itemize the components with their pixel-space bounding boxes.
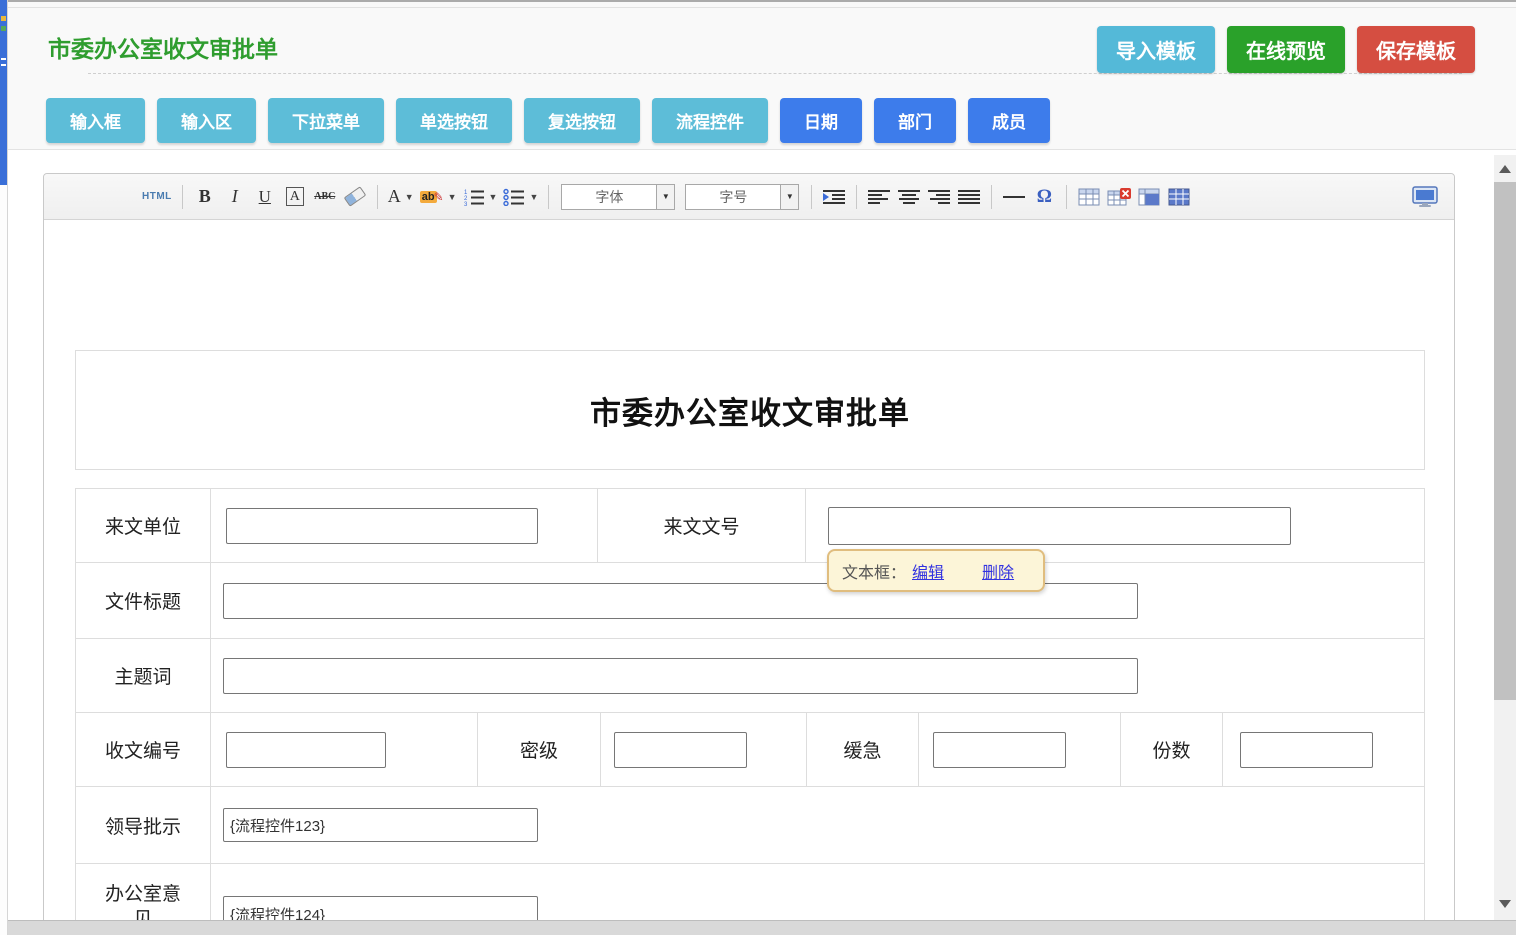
- widget-button-row: 输入框 输入区 下拉菜单 单选按钮 复选按钮 流程控件 日期 部门 成员: [46, 98, 1050, 143]
- widget-date-button[interactable]: 日期: [780, 98, 862, 143]
- toolbar-separator: [1066, 185, 1067, 209]
- highlight-color-icon[interactable]: ab✎▼: [420, 183, 457, 211]
- widget-input-field-button[interactable]: 输入框: [46, 98, 145, 143]
- vertical-scrollbar[interactable]: [1494, 155, 1516, 920]
- italic-icon[interactable]: I: [223, 183, 247, 211]
- page-header: 市委办公室收文审批单 导入模板 在线预览 保存模板 输入框 输入区 下拉菜单 单…: [0, 2, 1516, 150]
- fullscreen-icon[interactable]: [1412, 183, 1438, 211]
- vertical-scrollbar-thumb[interactable]: [1494, 182, 1516, 700]
- incoming-doc-number-input[interactable]: [828, 507, 1291, 545]
- form-title: 市委办公室收文审批单: [590, 388, 910, 433]
- align-justify-icon[interactable]: [957, 183, 981, 211]
- delete-table-icon[interactable]: [1107, 183, 1131, 211]
- table-row: 领导批示: [76, 787, 1424, 864]
- save-template-button[interactable]: 保存模板: [1357, 26, 1475, 73]
- align-center-icon[interactable]: [897, 183, 921, 211]
- leader-comment-input[interactable]: [223, 808, 538, 842]
- horizontal-rule-icon[interactable]: [1002, 183, 1026, 211]
- table-row: 办公室意见: [76, 864, 1424, 920]
- page-title: 市委办公室收文审批单: [48, 30, 278, 64]
- delete-link[interactable]: 删除: [982, 559, 1014, 583]
- remove-format-icon[interactable]: [343, 183, 367, 211]
- widget-textarea-button[interactable]: 输入区: [157, 98, 256, 143]
- receipt-number-label: 收文编号: [76, 713, 211, 786]
- subject-words-label: 主题词: [76, 639, 211, 712]
- bold-icon[interactable]: B: [193, 183, 217, 211]
- widget-flow-control-button[interactable]: 流程控件: [652, 98, 768, 143]
- ordered-list-icon[interactable]: 1 2 3 ▼: [463, 183, 498, 211]
- align-right-icon[interactable]: [927, 183, 951, 211]
- font-size-select[interactable]: 字号▼: [685, 184, 799, 210]
- table-row: 主题词: [76, 639, 1424, 713]
- scroll-down-arrow-icon[interactable]: [1499, 900, 1511, 908]
- toolbar-separator: [991, 185, 992, 209]
- control-tooltip: 文本框： 编辑 删除: [827, 549, 1045, 592]
- svg-text:3: 3: [464, 202, 468, 206]
- html-source-icon[interactable]: HTML: [142, 183, 172, 211]
- align-left-icon[interactable]: [867, 183, 891, 211]
- chevron-down-icon: ▼: [781, 184, 799, 210]
- subject-words-input[interactable]: [223, 658, 1138, 694]
- header-divider: [88, 73, 1462, 74]
- toolbar-separator: [548, 185, 549, 209]
- leader-comment-label: 领导批示: [76, 787, 211, 863]
- editor-content[interactable]: 市委办公室收文审批单 来文单位 来文文号 文件标题: [44, 220, 1454, 920]
- window-top-border: [0, 0, 1516, 2]
- office-opinion-label: 办公室意见: [76, 864, 211, 920]
- app-window: 市委办公室收文审批单 导入模板 在线预览 保存模板 输入框 输入区 下拉菜单 单…: [0, 0, 1516, 935]
- table-properties-icon[interactable]: [1137, 183, 1161, 211]
- strikethrough-icon[interactable]: ABC: [313, 183, 337, 211]
- doc-title-label: 文件标题: [76, 563, 211, 638]
- widget-dropdown-button[interactable]: 下拉菜单: [268, 98, 384, 143]
- format-block-icon[interactable]: A: [286, 187, 304, 206]
- horizontal-scrollbar[interactable]: [0, 920, 1516, 935]
- widget-checkbox-button[interactable]: 复选按钮: [524, 98, 640, 143]
- tooltip-label: 文本框：: [842, 559, 906, 583]
- toolbar-separator: [856, 185, 857, 209]
- incoming-unit-label: 来文单位: [76, 489, 211, 562]
- incoming-unit-input[interactable]: [226, 508, 538, 544]
- unordered-list-icon[interactable]: ▼: [503, 183, 538, 211]
- table-row: 收文编号 密级 缓急 份数: [76, 713, 1424, 787]
- import-template-button[interactable]: 导入模板: [1097, 26, 1215, 73]
- indent-icon[interactable]: [822, 183, 846, 211]
- chevron-down-icon: ▼: [657, 184, 675, 210]
- widget-department-button[interactable]: 部门: [874, 98, 956, 143]
- background-window-blue-strip: [0, 0, 7, 185]
- urgency-label: 缓急: [807, 713, 919, 786]
- window-inner-border: [0, 7, 1516, 8]
- toolbar-separator: [377, 185, 378, 209]
- form-title-cell: 市委办公室收文审批单: [75, 350, 1425, 470]
- urgency-input[interactable]: [933, 732, 1066, 768]
- table-row: 来文单位 来文文号: [76, 489, 1424, 563]
- widget-member-button[interactable]: 成员: [968, 98, 1050, 143]
- widget-radio-button[interactable]: 单选按钮: [396, 98, 512, 143]
- font-family-select[interactable]: 字体▼: [561, 184, 675, 210]
- scroll-up-arrow-icon[interactable]: [1499, 165, 1511, 173]
- copies-input[interactable]: [1240, 732, 1373, 768]
- security-level-label: 密级: [478, 713, 601, 786]
- receipt-number-input[interactable]: [226, 732, 386, 768]
- table-row: 文件标题: [76, 563, 1424, 639]
- insert-table-icon[interactable]: [1077, 183, 1101, 211]
- edit-link[interactable]: 编辑: [912, 559, 944, 583]
- copies-label: 份数: [1121, 713, 1223, 786]
- header-actions: 导入模板 在线预览 保存模板: [1097, 26, 1475, 73]
- form-table: 来文单位 来文文号 文件标题: [75, 488, 1425, 920]
- underline-icon[interactable]: U: [253, 183, 277, 211]
- online-preview-button[interactable]: 在线预览: [1227, 26, 1345, 73]
- office-opinion-input[interactable]: [223, 896, 538, 920]
- special-char-icon[interactable]: Ω: [1032, 183, 1056, 211]
- security-level-input[interactable]: [614, 732, 747, 768]
- cell-properties-icon[interactable]: [1167, 183, 1191, 211]
- font-color-icon[interactable]: A▼: [388, 183, 414, 211]
- editor-toolbar: HTML B I U A ABC A▼ ab✎▼ 1 2 3 ▼: [44, 174, 1454, 220]
- incoming-doc-number-label: 来文文号: [598, 489, 806, 562]
- toolbar-separator: [182, 185, 183, 209]
- rich-text-editor: HTML B I U A ABC A▼ ab✎▼ 1 2 3 ▼: [43, 173, 1455, 920]
- toolbar-separator: [811, 185, 812, 209]
